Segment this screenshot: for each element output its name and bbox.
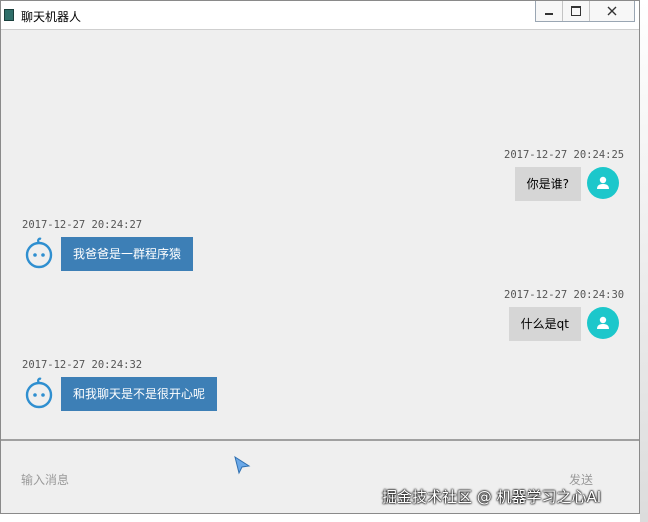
chat-window: 聊天机器人 2017-12-27 20:24:25 你是谁? 2017-12-2… [0,0,640,514]
window-shadow [640,0,648,522]
background-terminal-strip [0,506,648,522]
message-list[interactable]: 2017-12-27 20:24:25 你是谁? 2017-12-27 20:2… [1,30,639,438]
message-bubble-bot: 和我聊天是不是很开心呢 [61,377,218,411]
minimize-icon [545,13,553,15]
bot-avatar [23,376,55,410]
app-icon [4,9,14,21]
message-bubble-me: 你是谁? [514,167,581,201]
watermark: 掘金技术社区 @ 机器学习之心AI [382,488,602,506]
title-bar[interactable]: 聊天机器人 [1,1,639,30]
close-icon [607,6,617,16]
baby-face-icon [25,237,53,269]
message-bubble-bot: 我爸爸是一群程序猿 [61,237,194,271]
message-timestamp: 2017-12-27 20:24:27 [22,219,143,231]
maximize-icon [571,6,581,16]
message-timestamp: 2017-12-27 20:24:25 [504,149,625,161]
message-timestamp: 2017-12-27 20:24:32 [22,359,143,371]
close-button[interactable] [590,1,634,21]
user-avatar [587,167,619,199]
minimize-button[interactable] [536,1,563,21]
user-avatar [587,307,619,339]
user-icon [597,316,609,329]
baby-face-icon [25,377,53,409]
message-bubble-me: 什么是qt [508,307,581,341]
window-controls [535,1,635,22]
user-icon [597,176,609,189]
mouse-cursor-icon [234,455,251,475]
message-timestamp: 2017-12-27 20:24:30 [504,289,625,301]
bot-avatar [23,236,55,270]
window-title: 聊天机器人 [21,10,82,24]
maximize-button[interactable] [563,1,590,21]
